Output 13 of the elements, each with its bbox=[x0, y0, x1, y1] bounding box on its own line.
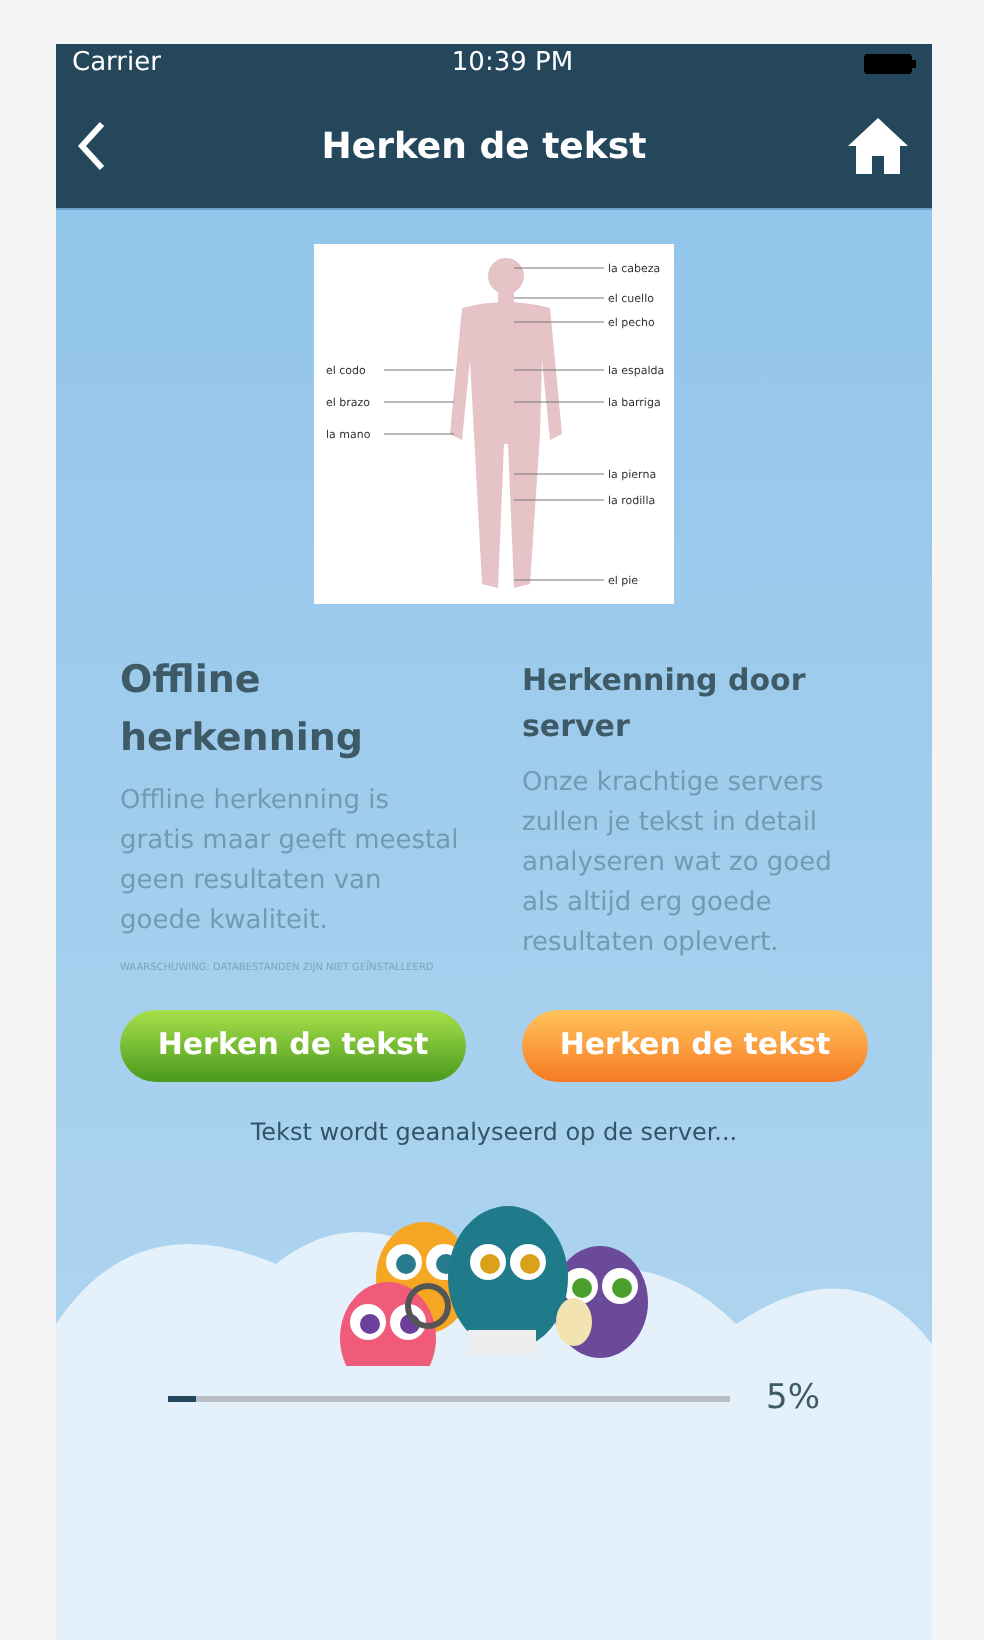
carrier-label: Carrier bbox=[72, 46, 161, 83]
status-time: 10:39 PM bbox=[451, 46, 574, 83]
recognize-button[interactable]: Herken de tekst bbox=[522, 1009, 868, 1081]
progress-percent: 5% bbox=[766, 1375, 820, 1421]
nav-title: Herken de tekst bbox=[321, 123, 647, 171]
option-title: Offline herkenning bbox=[120, 656, 365, 763]
option-title: Herkenning door server bbox=[522, 660, 808, 747]
battery-icon bbox=[864, 54, 916, 74]
option-description: Offline herkenning is gratis maar geeft meestal geen resultaten van goede kwaliteit. bbox=[120, 784, 461, 940]
option-description: Onze krachtige servers zullen je tekst in detail analyseren wat zo goed als altijd erg goede resultaten oplevert. bbox=[522, 766, 834, 962]
home-button[interactable] bbox=[843, 112, 912, 180]
recognize-button[interactable]: Herken de tekst bbox=[120, 1009, 466, 1081]
status-message: Tekst wordt geanalyseerd op de server... bbox=[250, 1115, 738, 1149]
